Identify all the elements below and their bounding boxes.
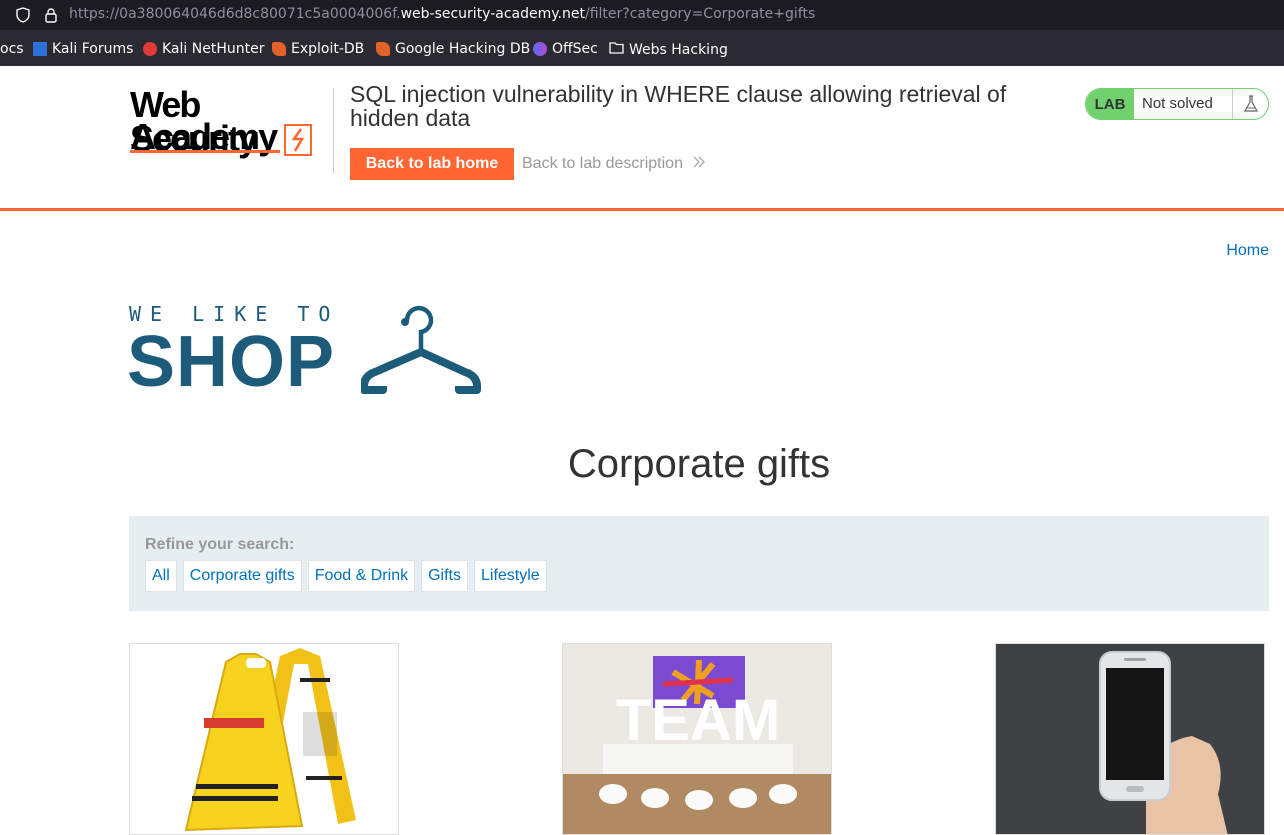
filter-panel: Refine your search: All Corporate gifts …: [129, 516, 1269, 611]
kali-nethunter-icon: [143, 42, 157, 56]
back-to-lab-home-button[interactable]: Back to lab home: [350, 148, 514, 180]
shield-icon[interactable]: [15, 7, 31, 28]
google-hacking-db-icon: [376, 42, 390, 56]
lab-status-text: Not solved: [1142, 95, 1213, 112]
category-title: Corporate gifts: [567, 442, 831, 486]
bookmark-label: OffSec: [552, 41, 598, 57]
bookmark-kali-nethunter[interactable]: Kali NetHunter: [143, 41, 264, 57]
bookmarks-toolbar: ocs Kali Forums Kali NetHunter Exploit-D…: [0, 30, 1284, 66]
url-path: /filter?category=Corporate+gifts: [584, 6, 816, 22]
logo-line-2: Academy: [130, 116, 278, 157]
hanger-icon: [361, 305, 481, 394]
bookmark-exploit-db[interactable]: Exploit-DB: [272, 41, 364, 57]
logo-underline-icon: [130, 150, 280, 153]
product-card[interactable]: [995, 643, 1265, 835]
lab-title: SQL injection vulnerability in WHERE cla…: [350, 81, 1007, 131]
header-divider: [333, 88, 334, 174]
filter-label: Refine your search:: [145, 536, 295, 553]
folder-icon: [609, 41, 624, 58]
category-filter-lifestyle[interactable]: Lifestyle: [473, 560, 547, 592]
lock-icon[interactable]: [43, 7, 59, 28]
browser-url-bar[interactable]: https://0a380064046d6d8c80071c5a0004006f…: [0, 0, 1284, 30]
category-filter-corporate-gifts[interactable]: Corporate gifts: [182, 560, 302, 592]
bookmark-kali-forums[interactable]: Kali Forums: [33, 41, 133, 57]
bookmark-label: Kali Forums: [52, 41, 134, 57]
category-filter-food-drink[interactable]: Food & Drink: [307, 560, 416, 592]
shop-logo-word: SHOP: [127, 322, 336, 402]
web-security-academy-logo[interactable]: Web Security Academy: [130, 87, 330, 158]
bookmark-label: Kali NetHunter: [162, 41, 265, 57]
product-image-caution-signs: [184, 648, 356, 832]
back-to-lab-description-label: Back to lab description: [522, 155, 683, 172]
product-image-smartphone: [996, 644, 1264, 834]
bookmark-label: Exploit-DB: [291, 41, 365, 57]
bookmark-label: Google Hacking DB: [395, 41, 531, 57]
category-filter-list: All Corporate gifts Food & Drink Gifts L…: [145, 560, 547, 592]
logo-bolt-icon: [284, 124, 312, 156]
kali-forums-icon: [33, 42, 47, 56]
lab-badge: LAB: [1086, 89, 1134, 119]
category-filter-all[interactable]: All: [145, 560, 177, 592]
bookmark-label: Webs Hacking: [629, 41, 728, 58]
back-to-lab-description-link[interactable]: Back to lab description: [522, 155, 706, 173]
url-host: web-security-academy.net: [400, 6, 585, 22]
offsec-icon: [533, 42, 547, 56]
bookmark-docs[interactable]: ocs: [0, 41, 24, 57]
home-link[interactable]: Home: [1226, 242, 1269, 260]
flask-icon: [1232, 89, 1268, 119]
team-word: TEAM: [616, 688, 780, 753]
shop-logo: WE LIKE TO SHOP: [127, 302, 481, 398]
product-card[interactable]: [129, 643, 399, 835]
bookmark-label: ocs: [0, 41, 24, 57]
lab-status-widget: LAB Not solved: [1085, 88, 1269, 120]
product-image-team-room: TEAM: [563, 644, 831, 834]
exploit-db-icon: [272, 42, 286, 56]
product-card[interactable]: TEAM: [562, 643, 832, 835]
bookmark-offsec[interactable]: OffSec: [533, 41, 598, 57]
url-text[interactable]: https://0a380064046d6d8c80071c5a0004006f…: [69, 6, 815, 22]
lab-header: Web Security Academy SQL injection vulne…: [0, 66, 1284, 211]
double-chevron-right-icon: [693, 155, 706, 172]
category-filter-gifts[interactable]: Gifts: [421, 560, 468, 592]
bookmark-webs-hacking[interactable]: Webs Hacking: [609, 41, 728, 58]
url-prefix: https://0a380064046d6d8c80071c5a0004006f…: [69, 6, 401, 22]
bookmark-google-hacking-db[interactable]: Google Hacking DB: [376, 41, 530, 57]
